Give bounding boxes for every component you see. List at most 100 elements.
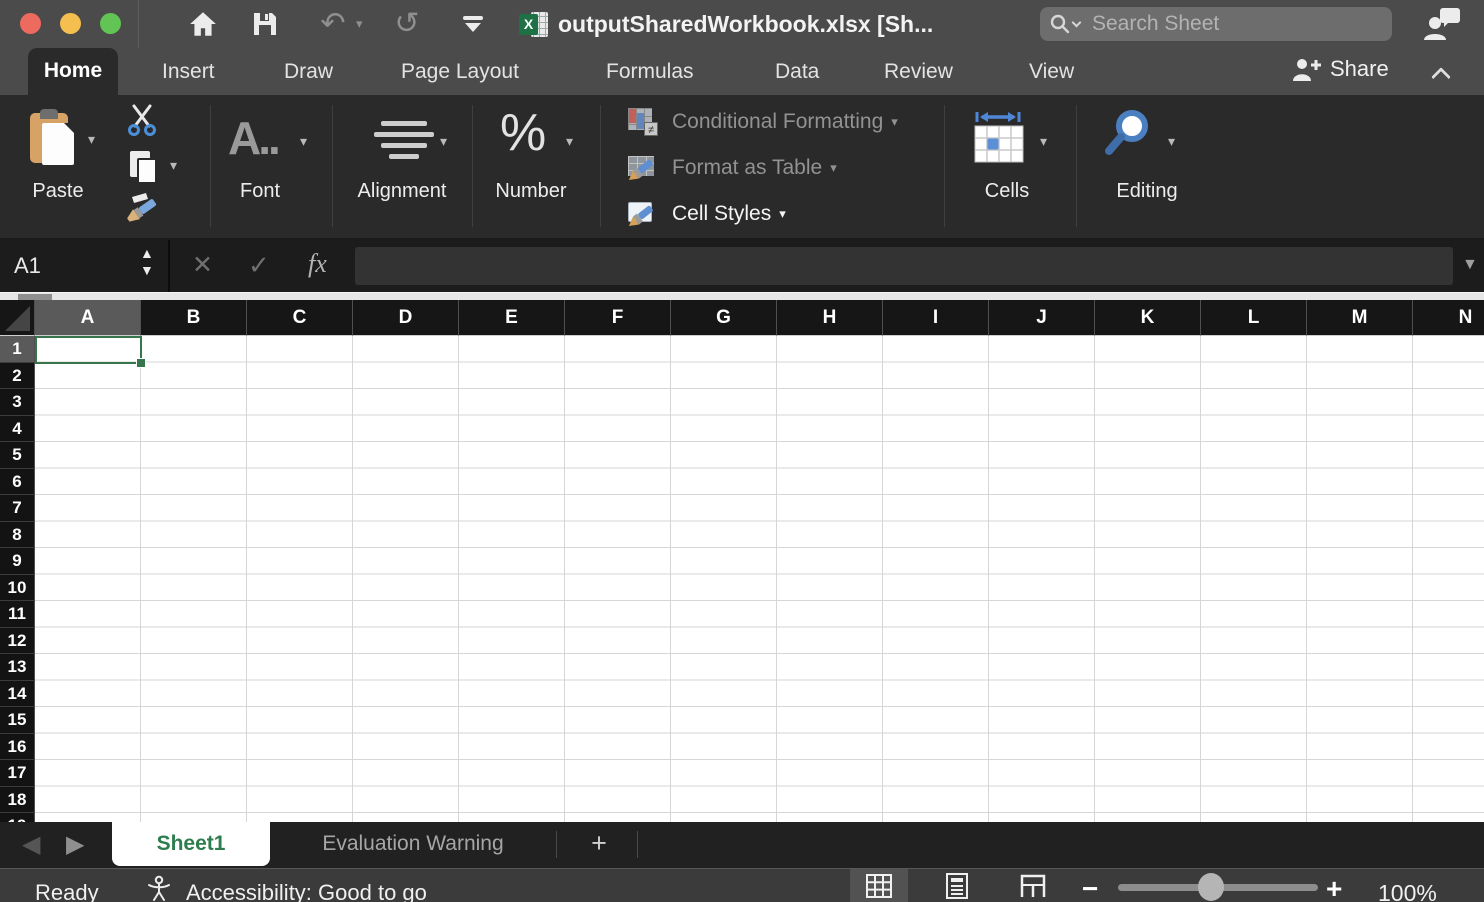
copy-button[interactable] — [130, 151, 160, 185]
row-header-13[interactable]: 13 — [0, 654, 35, 681]
column-header-K[interactable]: K — [1095, 300, 1201, 336]
sheet-tab-sheet1[interactable]: Sheet1 — [112, 822, 270, 866]
search-input[interactable] — [1092, 12, 1342, 36]
tab-insert[interactable]: Insert — [162, 57, 215, 87]
column-header-D[interactable]: D — [353, 300, 459, 336]
number-group-icon[interactable]: % — [500, 103, 546, 163]
previous-sheet-icon[interactable]: ◀ — [22, 830, 40, 859]
column-header-I[interactable]: I — [883, 300, 989, 336]
tab-review[interactable]: Review — [884, 57, 953, 87]
row-header-11[interactable]: 11 — [0, 601, 35, 628]
minimize-window-button[interactable] — [60, 13, 81, 34]
share-button[interactable]: Share — [1292, 56, 1389, 82]
sheet-tab-evaluation-warning[interactable]: Evaluation Warning — [270, 822, 556, 866]
insert-function-icon[interactable]: fx — [308, 249, 327, 279]
editing-caret-icon[interactable]: ▾ — [1168, 133, 1175, 150]
row-header-7[interactable]: 7 — [0, 495, 35, 522]
confirm-entry-icon[interactable]: ✓ — [248, 250, 270, 281]
alignment-caret-icon[interactable]: ▾ — [440, 133, 447, 150]
column-header-A[interactable]: A — [35, 300, 141, 336]
font-caret-icon[interactable]: ▾ — [300, 133, 307, 150]
search-box[interactable] — [1040, 7, 1392, 41]
close-window-button[interactable] — [20, 13, 41, 34]
format-painter-button[interactable] — [126, 191, 164, 230]
undo-dropdown-caret-icon[interactable]: ▾ — [356, 16, 363, 32]
page-break-view-button[interactable] — [1004, 869, 1062, 902]
spinner-down-icon[interactable]: ▼ — [140, 263, 154, 280]
next-sheet-icon[interactable]: ▶ — [66, 830, 84, 859]
column-header-B[interactable]: B — [141, 300, 247, 336]
cut-button[interactable] — [126, 103, 158, 142]
column-header-L[interactable]: L — [1201, 300, 1307, 336]
row-header-1[interactable]: 1 — [0, 336, 35, 363]
touchbar-toggle-button[interactable] — [456, 8, 490, 40]
alignment-group-button[interactable] — [374, 121, 434, 165]
cell-styles-button[interactable]: Cell Styles ▾ — [628, 197, 786, 231]
fill-handle[interactable] — [136, 358, 146, 368]
editing-group-button[interactable] — [1102, 107, 1154, 164]
spreadsheet-grid[interactable]: ABCDEFGHIJKLMN 1234567891011121314151617… — [0, 300, 1484, 822]
column-header-N[interactable]: N — [1413, 300, 1484, 336]
add-sheet-button[interactable]: + — [582, 822, 616, 866]
cells-group-button[interactable] — [970, 109, 1028, 170]
format-as-table-button[interactable]: Format as Table ▾ — [628, 151, 837, 185]
zoom-out-button[interactable]: − — [1082, 873, 1098, 902]
row-header-6[interactable]: 6 — [0, 469, 35, 496]
row-header-2[interactable]: 2 — [0, 363, 35, 390]
zoom-slider-thumb[interactable] — [1198, 873, 1224, 901]
normal-view-button[interactable] — [850, 869, 908, 902]
page-layout-view-button[interactable] — [928, 869, 986, 902]
row-header-18[interactable]: 18 — [0, 787, 35, 814]
column-header-M[interactable]: M — [1307, 300, 1413, 336]
contact-me-button[interactable] — [1422, 6, 1462, 42]
row-header-9[interactable]: 9 — [0, 548, 35, 575]
zoom-in-button[interactable]: + — [1326, 873, 1342, 902]
expand-formula-bar-icon[interactable]: ▼ — [1462, 256, 1478, 274]
number-caret-icon[interactable]: ▾ — [566, 133, 573, 150]
save-button[interactable] — [248, 8, 282, 40]
formula-input[interactable] — [355, 247, 1453, 285]
copy-caret-icon[interactable]: ▾ — [170, 157, 177, 174]
name-box-spinner[interactable]: ▲ ▼ — [140, 246, 154, 280]
paste-button[interactable] — [30, 109, 76, 167]
column-header-E[interactable]: E — [459, 300, 565, 336]
name-box[interactable]: A1 ▲ ▼ — [0, 240, 170, 292]
tab-view[interactable]: View — [1029, 57, 1074, 87]
row-header-14[interactable]: 14 — [0, 681, 35, 708]
tab-draw[interactable]: Draw — [284, 57, 333, 87]
font-group-icon[interactable]: A.. — [228, 111, 278, 165]
row-header-8[interactable]: 8 — [0, 522, 35, 549]
conditional-formatting-button[interactable]: ≠ Conditional Formatting ▾ — [628, 105, 898, 139]
cancel-entry-icon[interactable]: ✕ — [192, 250, 213, 280]
column-header-F[interactable]: F — [565, 300, 671, 336]
column-header-H[interactable]: H — [777, 300, 883, 336]
select-all-corner[interactable] — [0, 300, 35, 336]
home-toolbar-button[interactable] — [186, 8, 220, 40]
row-header-16[interactable]: 16 — [0, 734, 35, 761]
row-header-12[interactable]: 12 — [0, 628, 35, 655]
collapse-ribbon-icon[interactable] — [1431, 67, 1451, 87]
row-header-15[interactable]: 15 — [0, 707, 35, 734]
grid-cells[interactable] — [35, 336, 1484, 822]
row-header-10[interactable]: 10 — [0, 575, 35, 602]
row-header-19[interactable]: 19 — [0, 813, 35, 822]
column-header-C[interactable]: C — [247, 300, 353, 336]
row-header-5[interactable]: 5 — [0, 442, 35, 469]
zoom-window-button[interactable] — [100, 13, 121, 34]
tab-data[interactable]: Data — [775, 57, 819, 87]
undo-button[interactable]: ↶ — [316, 8, 350, 40]
row-header-3[interactable]: 3 — [0, 389, 35, 416]
row-header-4[interactable]: 4 — [0, 416, 35, 443]
paste-caret-icon[interactable]: ▾ — [88, 131, 95, 148]
tab-page-layout[interactable]: Page Layout — [401, 57, 519, 87]
redo-button[interactable]: ↺ — [390, 8, 424, 40]
row-header-17[interactable]: 17 — [0, 760, 35, 787]
spinner-up-icon[interactable]: ▲ — [140, 246, 154, 263]
tab-home[interactable]: Home — [28, 48, 118, 95]
column-header-G[interactable]: G — [671, 300, 777, 336]
tab-formulas[interactable]: Formulas — [606, 57, 694, 87]
cells-caret-icon[interactable]: ▾ — [1040, 133, 1047, 150]
conditional-formatting-caret-icon: ▾ — [891, 114, 898, 130]
search-scope-caret-icon[interactable] — [1072, 18, 1082, 28]
column-header-J[interactable]: J — [989, 300, 1095, 336]
